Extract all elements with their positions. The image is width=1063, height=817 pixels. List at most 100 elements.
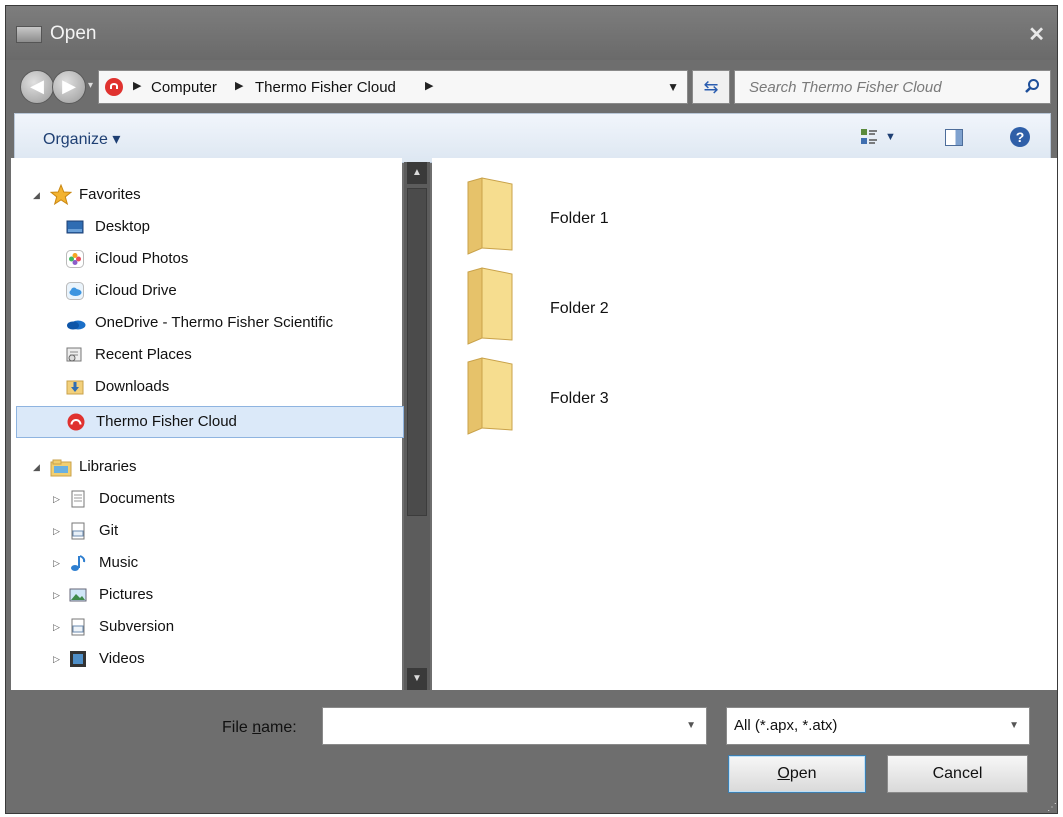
- sidebar-item-onedrive[interactable]: OneDrive - Thermo Fisher Scientific: [11, 308, 397, 338]
- chevron-down-icon[interactable]: ▼: [1009, 720, 1019, 731]
- sidebar-item-label: iCloud Drive: [95, 282, 177, 299]
- sidebar-item-label: Videos: [99, 650, 145, 667]
- sidebar-item-label: Git: [99, 522, 119, 539]
- sidebar-item-label: Desktop: [95, 218, 151, 235]
- music-icon: [71, 555, 86, 571]
- chevron-right-icon[interactable]: ▶: [133, 79, 141, 92]
- dialog-title: Open: [50, 23, 97, 44]
- folder-icon: [467, 357, 513, 435]
- desktop-icon: [66, 220, 84, 234]
- onedrive-icon: [67, 320, 86, 330]
- resize-grip-icon[interactable]: ⋰: [1047, 802, 1057, 813]
- organize-button[interactable]: Organize ▾: [43, 129, 120, 149]
- navigation-pane: ◢ Favorites Desktop iCloud Photos iCloud…: [11, 158, 404, 690]
- list-item[interactable]: Folder 3: [462, 356, 662, 436]
- sidebar-group-favorites[interactable]: ◢ Favorites: [11, 180, 397, 210]
- breadcrumb[interactable]: ▶ Computer ▶ Thermo Fisher Cloud ▶ ▼: [98, 70, 688, 104]
- address-bar: ◀ ▶ ▾ ▶ Computer ▶ Thermo Fisher Cloud ▶…: [14, 66, 1051, 108]
- filename-label-text: File: [222, 719, 253, 736]
- back-button[interactable]: ◀: [20, 70, 54, 104]
- refresh-button[interactable]: ⇆: [692, 70, 730, 104]
- sidebar-group-libraries[interactable]: ◢ Libraries: [11, 452, 397, 482]
- sidebar-item-documents[interactable]: ▷ Documents: [11, 484, 397, 514]
- collapsed-triangle-icon[interactable]: ▷: [53, 590, 60, 601]
- libraries-icon: [50, 459, 72, 477]
- star-icon: [50, 184, 72, 206]
- collapsed-triangle-icon[interactable]: ▷: [53, 622, 60, 633]
- filename-label-access-key: n: [252, 719, 262, 736]
- sidebar-group-label: Favorites: [79, 186, 141, 203]
- search-icon[interactable]: [1024, 78, 1040, 94]
- sidebar-item-label: Subversion: [99, 618, 175, 635]
- sidebar-item-subversion[interactable]: ▷ Subversion: [11, 612, 397, 642]
- git-icon: [71, 522, 85, 540]
- chevron-right-icon[interactable]: ▶: [235, 79, 243, 92]
- sidebar-item-git[interactable]: ▷ Git: [11, 516, 397, 546]
- sidebar-item-downloads[interactable]: Downloads: [11, 372, 397, 402]
- sidebar-item-recent-places[interactable]: Recent Places: [11, 340, 397, 370]
- navigation-scrollbar[interactable]: ▲ ▼: [404, 162, 430, 690]
- change-view-icon[interactable]: [860, 128, 878, 146]
- scroll-up-icon[interactable]: ▲: [407, 162, 427, 184]
- folder-label: Folder 1: [550, 210, 609, 227]
- refresh-icon: ⇆: [703, 77, 719, 97]
- subversion-icon: [71, 618, 85, 636]
- sidebar-item-label: iCloud Photos: [95, 250, 189, 267]
- close-button[interactable]: ✕: [1028, 22, 1045, 47]
- app-window-icon: [16, 26, 42, 43]
- forward-button[interactable]: ▶: [52, 70, 86, 104]
- sidebar-item-desktop[interactable]: Desktop: [11, 212, 397, 242]
- scroll-down-icon[interactable]: ▼: [407, 668, 427, 690]
- sidebar-item-icloud-drive[interactable]: iCloud Drive: [11, 276, 397, 306]
- open-button-label: pen: [789, 765, 817, 782]
- sidebar-item-icloud-photos[interactable]: iCloud Photos: [11, 244, 397, 274]
- breadcrumb-thermo-fisher-cloud[interactable]: Thermo Fisher Cloud: [255, 79, 396, 96]
- list-item[interactable]: Folder 2: [462, 266, 662, 346]
- icloud-drive-icon: [66, 282, 84, 300]
- chevron-right-icon[interactable]: ▶: [425, 79, 433, 92]
- title-bar[interactable]: Open ✕: [6, 6, 1057, 60]
- thermo-fisher-cloud-icon: [67, 413, 85, 431]
- breadcrumb-computer[interactable]: Computer: [151, 79, 217, 96]
- folder-icon: [467, 267, 513, 345]
- expanded-triangle-icon[interactable]: ◢: [33, 190, 40, 201]
- list-item[interactable]: Folder 1: [462, 176, 662, 256]
- search-box: [734, 70, 1051, 104]
- scroll-thumb[interactable]: [407, 188, 427, 516]
- sidebar-item-videos[interactable]: ▷ Videos: [11, 644, 397, 674]
- chevron-down-icon[interactable]: ▼: [686, 720, 696, 731]
- file-type-select[interactable]: All (*.apx, *.atx) ▼: [726, 707, 1030, 745]
- sidebar-item-label: Thermo Fisher Cloud: [96, 413, 237, 430]
- filename-field[interactable]: [329, 716, 673, 735]
- downloads-icon: [66, 380, 84, 395]
- recent-locations-dropdown-icon[interactable]: ▾: [88, 80, 93, 91]
- documents-icon: [71, 490, 85, 508]
- open-button-access-key: O: [777, 765, 790, 782]
- sidebar-item-label: Pictures: [99, 586, 154, 603]
- sidebar-item-pictures[interactable]: ▷ Pictures: [11, 580, 397, 610]
- pictures-icon: [69, 588, 87, 602]
- sidebar-item-music[interactable]: ▷ Music: [11, 548, 397, 578]
- icloud-photos-icon: [66, 250, 84, 268]
- sidebar-item-label: Documents: [99, 490, 175, 507]
- preview-pane-icon[interactable]: [945, 129, 963, 146]
- path-dropdown-icon[interactable]: ▼: [667, 80, 679, 94]
- collapsed-triangle-icon[interactable]: ▷: [53, 526, 60, 537]
- file-list: Folder 1 Folder 2 Folder 3: [432, 158, 1057, 690]
- collapsed-triangle-icon[interactable]: ▷: [53, 558, 60, 569]
- folder-label: Folder 3: [550, 390, 609, 407]
- file-type-value: All (*.apx, *.atx): [734, 717, 838, 734]
- search-input[interactable]: [747, 78, 1011, 97]
- open-button[interactable]: Open: [728, 755, 866, 793]
- sidebar-item-thermo-fisher-cloud[interactable]: Thermo Fisher Cloud: [16, 406, 404, 438]
- filename-label: File name:: [222, 719, 297, 737]
- expanded-triangle-icon[interactable]: ◢: [33, 462, 40, 473]
- sidebar-item-label: Recent Places: [95, 346, 192, 363]
- filename-combobox: ▼: [322, 707, 707, 745]
- cancel-button[interactable]: Cancel: [887, 755, 1028, 793]
- collapsed-triangle-icon[interactable]: ▷: [53, 494, 60, 505]
- collapsed-triangle-icon[interactable]: ▷: [53, 654, 60, 665]
- help-icon[interactable]: ?: [1010, 127, 1030, 147]
- view-options-dropdown-icon[interactable]: ▼: [885, 131, 896, 143]
- folder-label: Folder 2: [550, 300, 609, 317]
